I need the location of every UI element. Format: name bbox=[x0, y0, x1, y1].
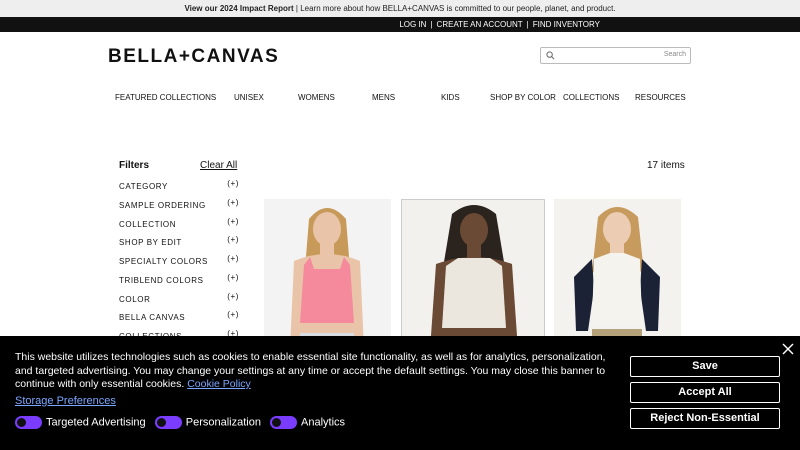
filter-triblend-colors[interactable]: TRIBLEND COLORS (+) bbox=[119, 271, 241, 290]
filter-label: BELLA CANVAS bbox=[119, 313, 186, 323]
main-nav: FEATURED COLLECTIONS UNISEX WOMENS MENS … bbox=[108, 93, 688, 105]
cookie-banner: This website utilizes technologies such … bbox=[0, 336, 800, 450]
nav-womens[interactable]: WOMENS bbox=[298, 93, 335, 102]
expand-icon[interactable]: (+) bbox=[227, 292, 239, 301]
targeted-advertising-toggle[interactable] bbox=[15, 416, 42, 429]
divider: | bbox=[430, 20, 433, 29]
filter-color[interactable]: COLOR (+) bbox=[119, 290, 241, 309]
promo-bar[interactable]: View our 2024 Impact Report | Learn more… bbox=[0, 0, 800, 17]
product-card[interactable] bbox=[401, 199, 545, 349]
nav-kids[interactable]: KIDS bbox=[441, 93, 460, 102]
close-icon[interactable] bbox=[782, 343, 794, 355]
toggle-label: Analytics bbox=[301, 416, 346, 429]
divider: | bbox=[526, 20, 529, 29]
results-count: 17 items bbox=[647, 160, 685, 171]
filter-category[interactable]: CATEGORY (+) bbox=[119, 177, 241, 196]
search-icon bbox=[546, 51, 555, 60]
product-image bbox=[290, 208, 364, 349]
expand-icon[interactable]: (+) bbox=[227, 235, 239, 244]
product-card[interactable] bbox=[554, 199, 681, 349]
create-account-link[interactable]: CREATE AN ACCOUNT bbox=[437, 20, 523, 29]
filter-label: SAMPLE ORDERING bbox=[119, 200, 206, 210]
filter-sample-ordering[interactable]: SAMPLE ORDERING (+) bbox=[119, 196, 241, 215]
filter-label: COLOR bbox=[119, 294, 151, 304]
cookie-message: This website utilizes technologies such … bbox=[15, 351, 625, 392]
filter-specialty-colors[interactable]: SPECIALTY COLORS (+) bbox=[119, 252, 241, 271]
expand-icon[interactable]: (+) bbox=[227, 198, 239, 207]
toggle-label: Targeted Advertising bbox=[46, 416, 146, 429]
expand-icon[interactable]: (+) bbox=[227, 273, 239, 282]
utility-bar: LOG IN | CREATE AN ACCOUNT | FIND INVENTORY bbox=[0, 17, 800, 32]
nav-collections[interactable]: COLLECTIONS bbox=[563, 93, 619, 102]
filter-label: CATEGORY bbox=[119, 182, 168, 191]
promo-text: | Learn more about how BELLA+CANVAS is c… bbox=[293, 4, 616, 13]
search-input[interactable]: Search bbox=[540, 47, 691, 64]
product-card[interactable] bbox=[264, 199, 391, 349]
filter-shop-by-edit[interactable]: SHOP BY EDIT (+) bbox=[119, 233, 241, 252]
filter-list: CATEGORY (+) SAMPLE ORDERING (+) COLLECTIO… bbox=[119, 177, 241, 346]
brand-logo[interactable]: BELLA+CANVAS bbox=[108, 46, 279, 68]
expand-icon[interactable]: (+) bbox=[227, 310, 239, 319]
filters-heading: Filters bbox=[119, 160, 150, 171]
expand-icon[interactable]: (+) bbox=[227, 179, 239, 188]
nav-shop-by-color[interactable]: SHOP BY COLOR bbox=[490, 93, 556, 102]
analytics-toggle[interactable] bbox=[270, 416, 298, 429]
toggle-label: Personalization bbox=[185, 416, 261, 429]
filter-label: SPECIALTY COLORS bbox=[119, 257, 208, 266]
nav-mens[interactable]: MENS bbox=[372, 93, 395, 102]
cookie-text: This website utilizes technologies such … bbox=[15, 351, 606, 390]
nav-featured-collections[interactable]: FEATURED COLLECTIONS bbox=[115, 93, 216, 102]
product-image bbox=[574, 207, 660, 349]
personalization-toggle[interactable] bbox=[154, 416, 182, 429]
nav-unisex[interactable]: UNISEX bbox=[234, 93, 264, 102]
reject-non-essential-button[interactable]: Reject Non-Essential bbox=[630, 408, 780, 429]
filter-bella-canvas[interactable]: BELLA CANVAS (+) bbox=[119, 308, 241, 327]
product-image bbox=[430, 205, 518, 348]
nav-resources[interactable]: RESOURCES bbox=[635, 93, 686, 102]
filter-label: SHOP BY EDIT bbox=[119, 238, 182, 248]
filter-label: COLLECTION bbox=[119, 219, 177, 229]
accept-all-button[interactable]: Accept All bbox=[630, 382, 780, 403]
storage-preferences-link[interactable]: Storage Preferences bbox=[15, 395, 116, 407]
impact-report-link[interactable]: View our 2024 Impact Report bbox=[184, 4, 293, 13]
search-placeholder: Search bbox=[663, 51, 686, 58]
clear-all-link[interactable]: Clear All bbox=[200, 160, 237, 171]
save-button[interactable]: Save bbox=[630, 356, 780, 377]
find-inventory-link[interactable]: FIND INVENTORY bbox=[533, 20, 600, 29]
expand-icon[interactable]: (+) bbox=[227, 217, 239, 226]
login-link[interactable]: LOG IN bbox=[399, 20, 426, 29]
consent-toggles: Targeted Advertising Personalization Ana… bbox=[15, 416, 351, 429]
expand-icon[interactable]: (+) bbox=[227, 254, 239, 263]
filter-collection[interactable]: COLLECTION (+) bbox=[119, 215, 241, 234]
cookie-policy-link[interactable]: Cookie Policy bbox=[187, 378, 251, 390]
filter-label: TRIBLEND COLORS bbox=[119, 275, 204, 285]
